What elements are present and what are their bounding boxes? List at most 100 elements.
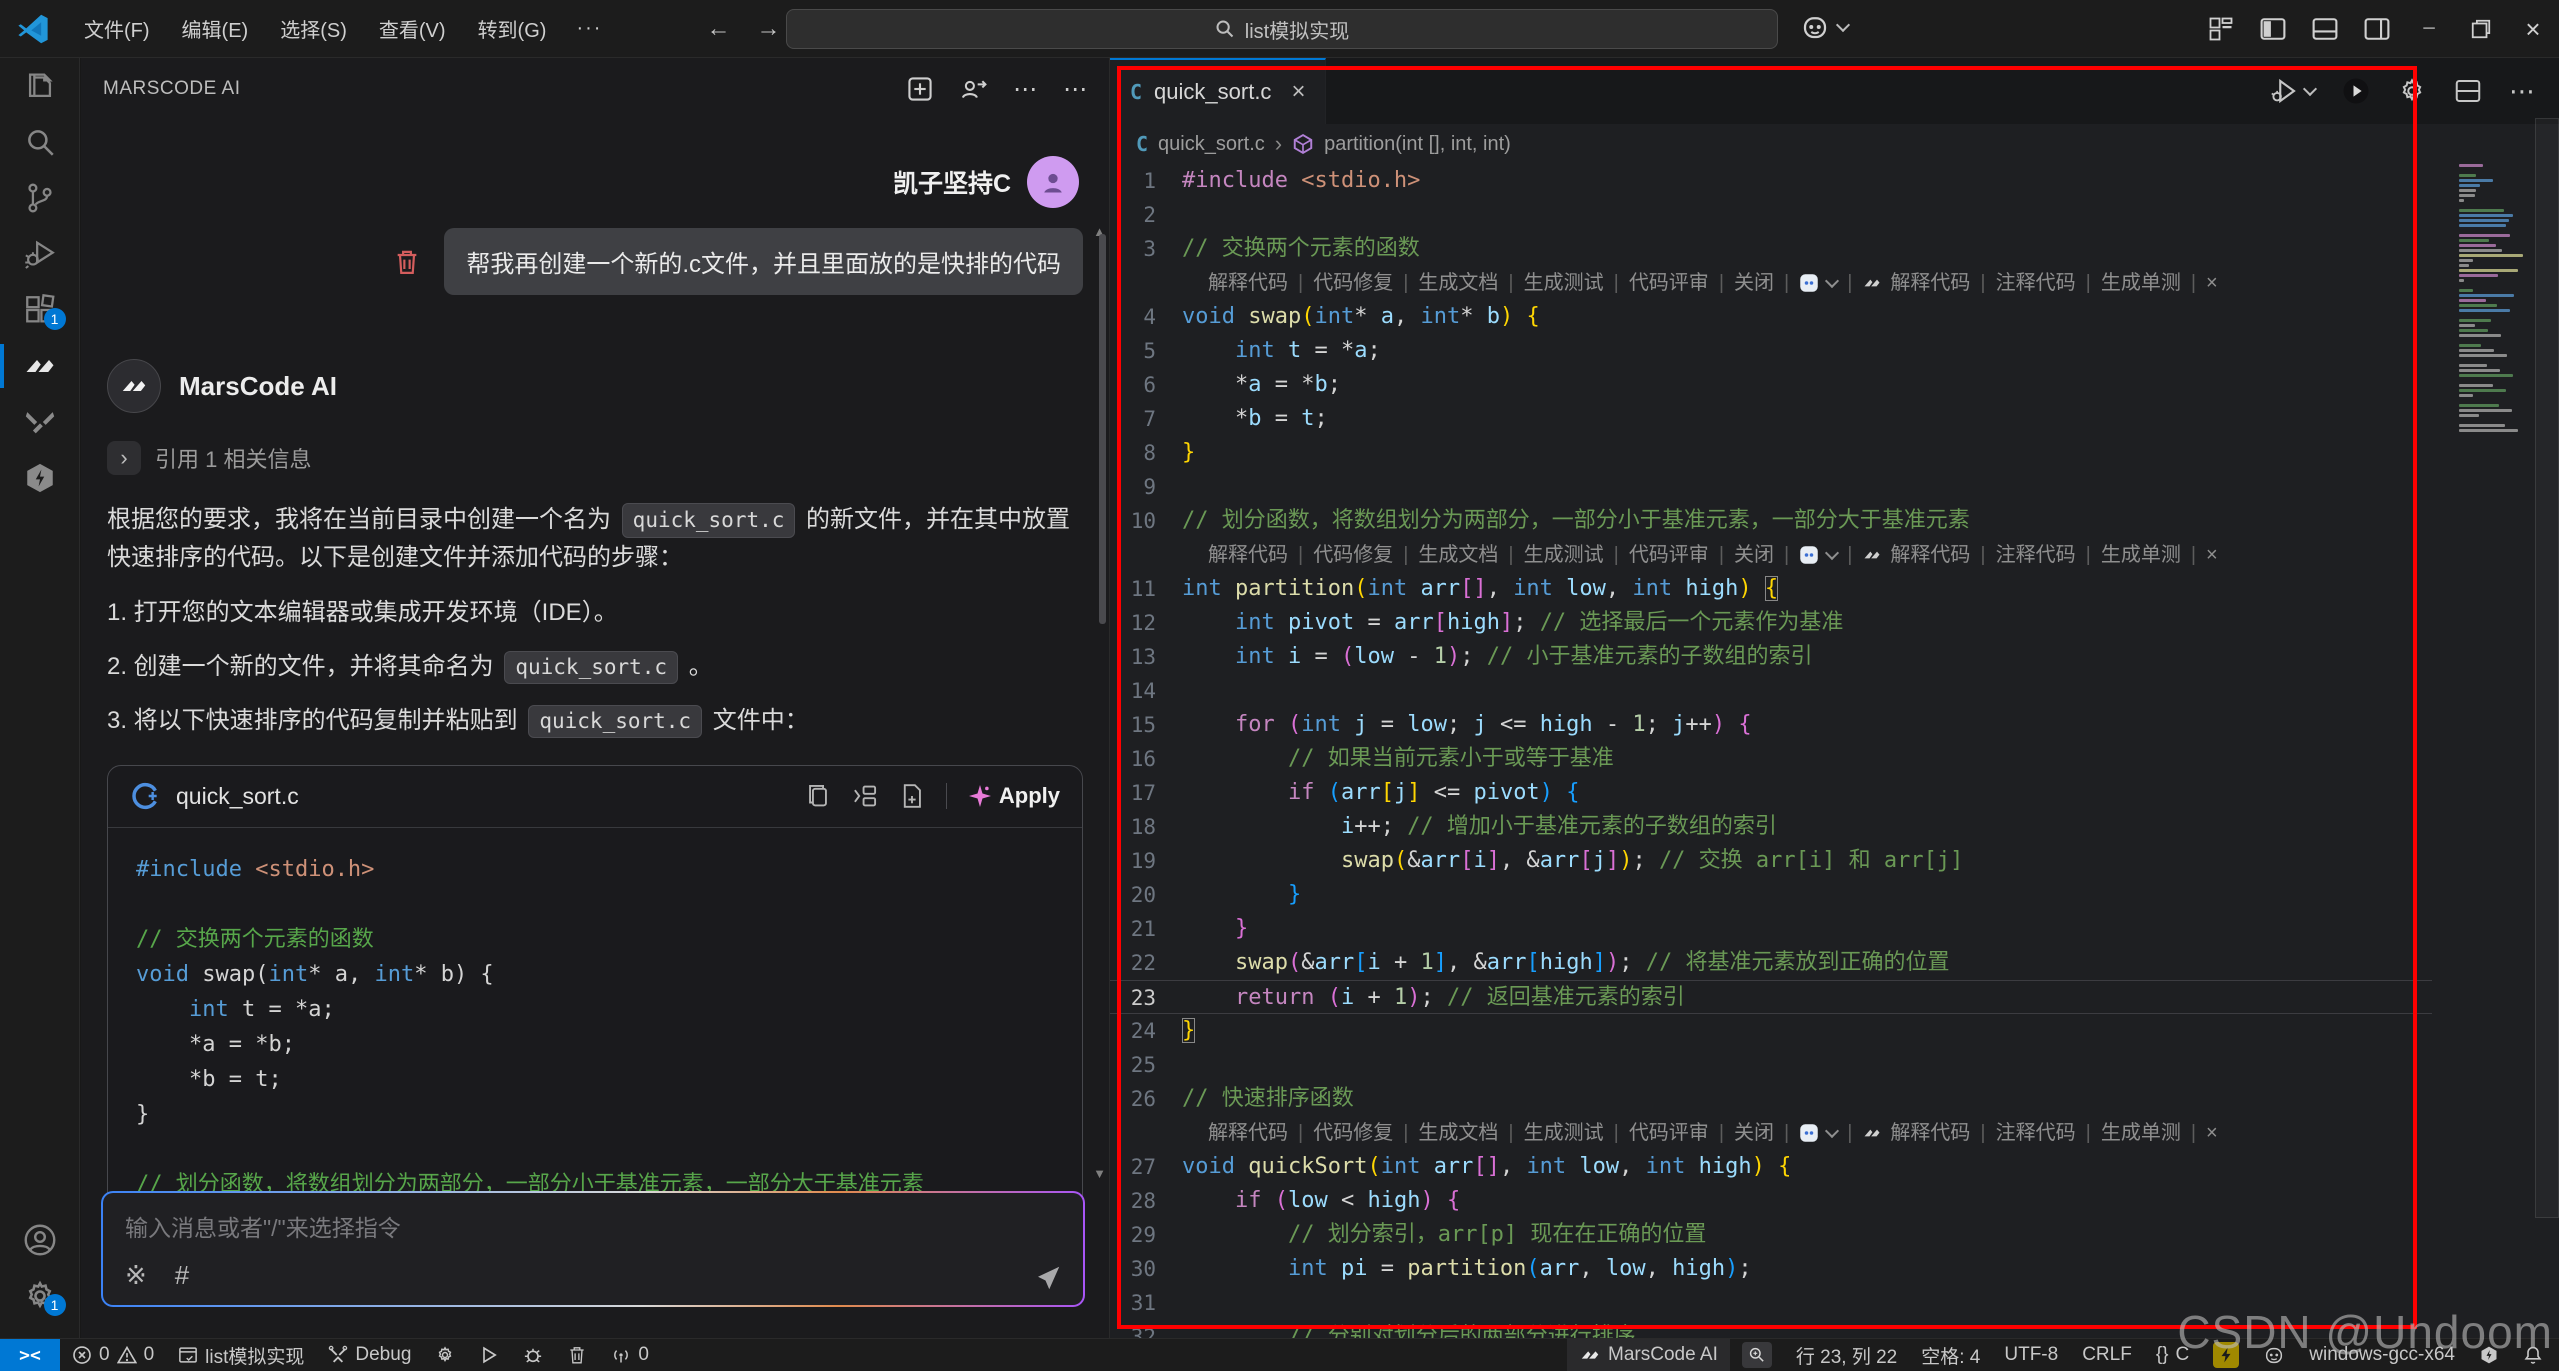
insert-at-cursor-icon[interactable] xyxy=(852,783,878,809)
code-line-4[interactable]: 4void swap(int* a, int* b) { xyxy=(1110,300,2432,334)
code-line-25[interactable]: 25 xyxy=(1110,1048,2432,1082)
menu-item-1[interactable]: 编辑(E) xyxy=(166,8,265,49)
code-line-23[interactable]: 23 return (i + 1); // 返回基准元素的索引 xyxy=(1110,980,2432,1014)
toggle-secondary-sidebar-icon[interactable] xyxy=(2351,0,2403,58)
minimap[interactable] xyxy=(2459,164,2531,1338)
tab-close-icon[interactable]: × xyxy=(1291,78,1305,106)
codelens-link[interactable]: 生成测试 xyxy=(1524,1116,1604,1150)
command-center-search[interactable]: list模拟实现 xyxy=(786,9,1778,49)
create-file-icon[interactable] xyxy=(900,783,924,809)
code-line-19[interactable]: 19 swap(&arr[i], &arr[j]); // 交换 arr[i] … xyxy=(1110,844,2432,878)
code-area[interactable]: 1#include <stdio.h>23// 交换两个元素的函数解释代码|代码… xyxy=(1110,164,2432,1338)
account-button[interactable] xyxy=(0,1212,80,1268)
code-line-3[interactable]: 3// 交换两个元素的函数 xyxy=(1110,232,2432,266)
breadcrumb[interactable]: C quick_sort.c › partition(int [], int, … xyxy=(1110,124,2559,164)
codelens-link[interactable]: 代码修复 xyxy=(1313,266,1393,300)
chevron-down-icon[interactable] xyxy=(1825,546,1839,560)
bug-status-icon[interactable] xyxy=(511,1339,555,1371)
chevron-down-icon[interactable] xyxy=(1825,1124,1839,1138)
menu-item-4[interactable]: 转到(G) xyxy=(462,8,563,49)
sidebar-item-source-control[interactable] xyxy=(0,170,80,226)
ports-indicator[interactable]: 0 xyxy=(599,1339,661,1371)
command-icon[interactable]: ※ xyxy=(125,1260,147,1291)
toggle-panel-icon[interactable] xyxy=(2299,0,2351,58)
code-line-31[interactable]: 31 xyxy=(1110,1286,2432,1320)
doubao-icon[interactable] xyxy=(1799,266,1819,300)
codelens-close[interactable]: × xyxy=(2206,538,2218,572)
close-window-icon[interactable]: × xyxy=(2507,0,2559,58)
code-line-17[interactable]: 17 if (arr[j] <= pivot) { xyxy=(1110,776,2432,810)
minimap-slider[interactable] xyxy=(2535,118,2559,1218)
customize-layout-icon[interactable] xyxy=(2195,0,2247,58)
code-line-24[interactable]: 24} xyxy=(1110,1014,2432,1048)
codelens-ai-link[interactable]: 解释代码 xyxy=(1890,1116,1970,1150)
nav-forward-icon[interactable]: → xyxy=(756,15,780,43)
codelens-ai-link[interactable]: 注释代码 xyxy=(1996,266,2076,300)
sidebar-item-search[interactable] xyxy=(0,114,80,170)
assistant-menu[interactable] xyxy=(1800,12,1848,42)
codelens-link[interactable]: 代码评审 xyxy=(1629,266,1709,300)
code-line-1[interactable]: 1#include <stdio.h> xyxy=(1110,164,2432,198)
split-editor-icon[interactable] xyxy=(2453,76,2483,106)
tab-quick-sort[interactable]: C quick_sort.c × xyxy=(1110,58,1326,124)
codelens-link[interactable]: 代码评审 xyxy=(1629,538,1709,572)
toggle-sidebar-icon[interactable] xyxy=(2247,0,2299,58)
scroll-down-arrow[interactable]: ▼ xyxy=(1093,1166,1106,1181)
nav-back-icon[interactable]: ← xyxy=(706,15,730,43)
editor-more-icon[interactable]: ⋯ xyxy=(2509,76,2537,107)
codelens-ai-link[interactable]: 生成单测 xyxy=(2101,1116,2181,1150)
code-line-15[interactable]: 15 for (int j = low; j <= high - 1; j++)… xyxy=(1110,708,2432,742)
trash-status-icon[interactable] xyxy=(555,1339,599,1371)
code-line-28[interactable]: 28 if (low < high) { xyxy=(1110,1184,2432,1218)
code-line-20[interactable]: 20 } xyxy=(1110,878,2432,912)
context-hash-icon[interactable]: # xyxy=(175,1260,189,1291)
code-line-7[interactable]: 7 *b = t; xyxy=(1110,402,2432,436)
code-line-10[interactable]: 10// 划分函数，将数组划分为两部分，一部分小于基准元素，一部分大于基准元素 xyxy=(1110,504,2432,538)
codelens-link[interactable]: 生成文档 xyxy=(1418,538,1498,572)
doubao-gold-item[interactable] xyxy=(2201,1339,2251,1371)
problems-indicator[interactable]: 0 0 xyxy=(60,1339,166,1371)
menu-item-3[interactable]: 查看(V) xyxy=(363,8,462,49)
codelens-link[interactable]: 生成测试 xyxy=(1524,538,1604,572)
code-line-16[interactable]: 16 // 如果当前元素小于或等于基准 xyxy=(1110,742,2432,776)
eol-sequence[interactable]: CRLF xyxy=(2070,1339,2144,1371)
code-line-21[interactable]: 21 } xyxy=(1110,912,2432,946)
run-debug-action-icon[interactable] xyxy=(2269,76,2315,106)
breadcrumb-symbol[interactable]: partition(int [], int, int) xyxy=(1324,133,1511,156)
indentation[interactable]: 空格: 4 xyxy=(1909,1339,1992,1371)
language-mode[interactable]: {} C xyxy=(2144,1339,2201,1371)
codelens-link[interactable]: 解释代码 xyxy=(1208,266,1288,300)
codelens-link[interactable]: 代码修复 xyxy=(1313,1116,1393,1150)
encoding[interactable]: UTF-8 xyxy=(1992,1339,2070,1371)
sidebar-item-hexagon-plugin[interactable] xyxy=(0,450,80,506)
run-status-icon[interactable] xyxy=(467,1339,511,1371)
codelens-ai-link[interactable]: 解释代码 xyxy=(1890,538,1970,572)
code-line-29[interactable]: 29 // 划分索引，arr[p] 现在在正确的位置 xyxy=(1110,1218,2432,1252)
remote-indicator[interactable]: >< xyxy=(0,1339,60,1371)
marscode-status-item[interactable]: MarsCode AI xyxy=(1567,1339,1730,1371)
doubao-icon[interactable] xyxy=(1799,538,1819,572)
panel-views-more-icon[interactable]: ⋯ xyxy=(1063,75,1087,104)
codelens-link[interactable]: 解释代码 xyxy=(1208,538,1288,572)
minimize-icon[interactable]: ─ xyxy=(2403,0,2455,58)
code-line-6[interactable]: 6 *a = *b; xyxy=(1110,368,2432,402)
codelens-link[interactable]: 生成测试 xyxy=(1524,266,1604,300)
cursor-position[interactable]: 行 23, 列 22 xyxy=(1784,1339,1909,1371)
codelens-link[interactable]: 关闭 xyxy=(1734,1116,1774,1150)
code-line-13[interactable]: 13 int i = (low - 1); // 小于基准元素的子数组的索引 xyxy=(1110,640,2432,674)
code-line-32[interactable]: 32 // 分别对划分后的两部分进行排序 xyxy=(1110,1320,2432,1338)
project-manager-item[interactable]: list模拟实现 xyxy=(166,1339,316,1371)
sidebar-item-extensions[interactable]: 1 xyxy=(0,282,80,338)
notifications-bell-icon[interactable] xyxy=(2511,1339,2559,1371)
menu-overflow[interactable]: ··· xyxy=(562,11,616,46)
codelens-close[interactable]: × xyxy=(2206,266,2218,300)
apply-button[interactable]: Apply xyxy=(969,783,1060,809)
codelens-link[interactable]: 解释代码 xyxy=(1208,1116,1288,1150)
code-line-18[interactable]: 18 i++; // 增加小于基准元素的子数组的索引 xyxy=(1110,810,2432,844)
editor-gear-icon[interactable] xyxy=(2397,76,2427,106)
copy-icon[interactable] xyxy=(806,783,830,809)
codelens-link[interactable]: 生成文档 xyxy=(1418,266,1498,300)
codelens-link[interactable]: 代码修复 xyxy=(1313,538,1393,572)
breadcrumb-file[interactable]: quick_sort.c xyxy=(1158,133,1265,156)
chat-scrollbar[interactable] xyxy=(1099,234,1106,624)
